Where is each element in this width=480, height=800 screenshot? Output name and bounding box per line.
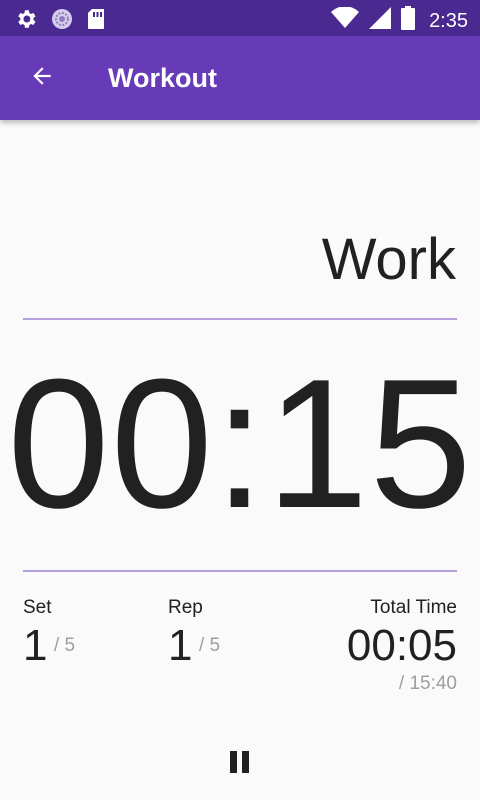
total-time-current: 00:05 [346,621,457,670]
sync-icon [51,8,73,35]
phase-label: Work [321,227,456,292]
page-title: Workout [108,63,217,93]
total-time-total: / 15:40 [398,673,457,694]
divider-top [23,318,457,320]
sd-card-icon [86,8,106,35]
total-time-label: Total Time [370,597,457,618]
rep-label: Rep [168,597,203,618]
status-bar: 2:35 [0,0,480,36]
pause-button[interactable] [220,744,260,784]
status-time: 2:35 [429,9,468,32]
set-total: / 5 [54,635,76,656]
rep-current: 1 [168,621,193,670]
back-button[interactable] [22,58,62,98]
countdown-timer: 00:15 [7,340,473,546]
battery-icon [401,6,416,35]
app-bar: Workout [0,36,480,120]
rep-total: / 5 [199,635,221,656]
wifi-icon [331,6,360,34]
set-label: Set [23,597,52,618]
signal-icon [369,7,392,34]
divider-bottom [23,570,457,572]
set-current: 1 [23,621,48,670]
arrow-back-icon [29,63,55,94]
pause-icon [230,750,250,778]
gear-icon [14,7,38,36]
